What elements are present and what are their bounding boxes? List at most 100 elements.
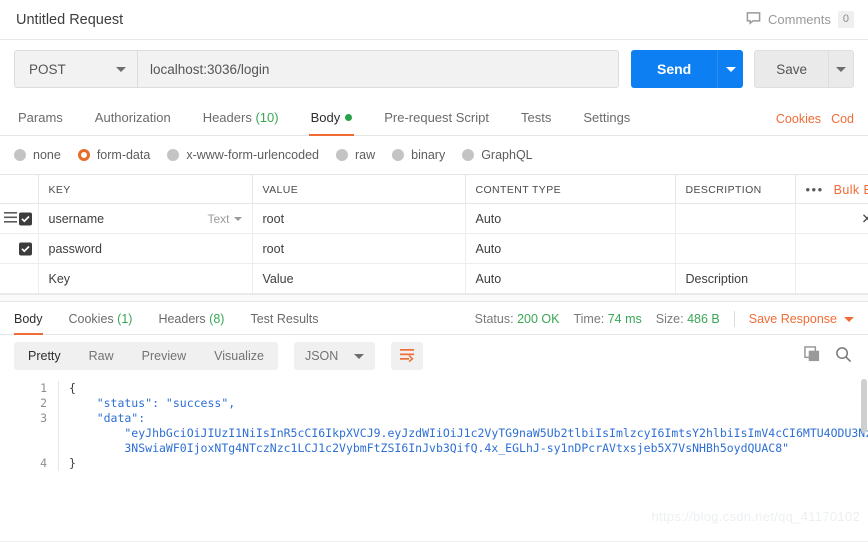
line-content: 3NSwiaWF0IjoxNTg4NTczNzc1LCJ1c2VybmFtZSI… [58,441,868,456]
radio-icon [392,149,405,161]
response-scrollbar[interactable] [860,377,868,471]
tab-label: Body [310,110,341,125]
row-type-select[interactable]: Text [207,211,242,226]
row-actions-cell [795,233,868,264]
bulk-edit-button[interactable]: Bulk Edit [834,183,868,197]
request-url-input[interactable]: localhost:3036/login [137,50,619,88]
view-preview-button[interactable]: Preview [128,342,200,370]
column-header-value: VALUE [252,174,466,204]
radio-icon [14,149,26,161]
wrap-lines-button[interactable] [391,342,424,370]
save-label: Save [776,61,807,77]
row-value-cell-empty[interactable]: Value [252,263,466,294]
drag-handle-icon[interactable] [4,211,17,226]
body-type-form-data[interactable]: form-data [77,148,150,162]
table-row: password root Auto [0,233,868,264]
table-row: Key Value Auto Description [0,263,868,294]
view-raw-button[interactable]: Raw [75,342,128,370]
view-visualize-button[interactable]: Visualize [200,342,278,370]
row-key-cell-empty[interactable]: Key [38,263,253,294]
column-header-key: KEY [38,174,253,204]
code-line: "eyJhbGciOiJIUzI1NiIsInR5cCI6IkpXVCJ9.ey… [0,426,868,441]
tab-params[interactable]: Params [14,110,79,135]
tab-headers[interactable]: Headers (10) [187,110,295,135]
row-key-value: password [48,241,103,256]
code-line: 3NSwiaWF0IjoxNTg4NTczNzc1LCJ1c2VybmFtZSI… [0,441,868,456]
copy-icon[interactable] [804,346,821,366]
tab-authorization[interactable]: Authorization [79,110,187,135]
tab-label: Test Results [250,312,319,326]
response-format-select[interactable]: JSON [293,342,376,370]
row-value-cell[interactable]: root [252,203,466,234]
body-type-radio-group: none form-data x-www-form-urlencoded raw… [0,136,868,174]
row-type-value: Text [207,211,230,226]
chevron-down-icon [725,66,736,72]
row-checkbox-checked[interactable] [19,242,32,255]
status-badge: Status: 200 OK [475,312,560,326]
row-key-cell[interactable]: username Text [38,203,253,234]
row-description-cell[interactable] [675,203,796,234]
form-data-table: KEY VALUE CONTENT TYPE DESCRIPTION ••• B… [0,174,868,294]
row-content-type-text: Auto [475,241,502,256]
row-checkbox-checked[interactable] [19,212,32,225]
line-content: } [58,456,868,471]
response-tab-body[interactable]: Body [14,312,56,335]
tab-body[interactable]: Body [295,110,369,136]
body-type-urlencoded[interactable]: x-www-form-urlencoded [167,148,319,162]
more-options-icon[interactable]: ••• [806,182,824,197]
body-type-raw[interactable]: raw [336,148,375,162]
column-header-description: DESCRIPTION [675,174,796,204]
send-button[interactable]: Send [630,50,718,88]
row-description-cell[interactable] [675,233,796,264]
comments-button[interactable]: Comments 0 [746,11,854,29]
radio-icon [167,149,180,161]
body-type-none[interactable]: none [14,148,61,162]
http-method-select[interactable]: POST [14,50,137,88]
row-value-cell[interactable]: root [252,233,466,264]
response-tab-test-results[interactable]: Test Results [237,312,331,334]
radio-icon [336,149,348,161]
view-pretty-button[interactable]: Pretty [14,342,75,370]
body-type-graphql[interactable]: GraphQL [462,148,533,162]
tab-label: Cookies [68,312,114,326]
tab-label: Headers [202,110,252,125]
row-description-cell-empty[interactable]: Description [675,263,796,294]
comment-icon [746,11,761,29]
chevron-down-icon [233,216,242,221]
response-body-viewer[interactable]: 1 { 2 "status": "success", 3 "data": "ey… [0,377,868,471]
row-content-type-cell[interactable]: Auto [465,203,676,234]
request-url-value: localhost:3036/login [150,61,270,77]
body-type-label: x-www-form-urlencoded [186,148,319,162]
search-icon[interactable] [835,346,852,366]
chevron-down-icon [116,66,126,72]
response-tab-headers[interactable]: Headers (8) [145,312,237,334]
line-number: 3 [40,411,47,425]
response-tab-cookies[interactable]: Cookies (1) [56,312,146,334]
row-value-text: root [262,241,285,256]
cookies-link[interactable]: Cookies [776,112,821,126]
save-options-button[interactable] [828,50,854,88]
row-select-cell [0,203,39,234]
close-icon[interactable]: ✕ [861,210,868,227]
request-titlebar: Untitled Request Comments 0 [0,0,868,40]
body-type-label: GraphQL [481,148,533,162]
tab-tests[interactable]: Tests [505,110,567,135]
line-number [0,426,58,441]
save-button-group: Save [754,50,854,88]
row-key-cell[interactable]: password [38,233,253,264]
send-options-button[interactable] [717,50,744,88]
code-line: 1 { [0,381,868,396]
tab-pre-request-script[interactable]: Pre-request Script [368,110,505,135]
code-link[interactable]: Cod [831,112,854,126]
line-content: { [58,381,868,396]
tab-settings[interactable]: Settings [567,110,646,135]
row-select-cell [0,233,39,264]
row-content-type-cell[interactable]: Auto [465,233,676,264]
tab-label: Headers [158,312,206,326]
save-response-button[interactable]: Save Response [749,312,854,326]
line-content: "status": "success", [58,396,868,411]
scrollbar-thumb[interactable] [861,379,867,433]
save-button[interactable]: Save [754,50,828,88]
body-type-binary[interactable]: binary [392,148,445,162]
row-content-type-cell-empty[interactable]: Auto [465,263,676,294]
